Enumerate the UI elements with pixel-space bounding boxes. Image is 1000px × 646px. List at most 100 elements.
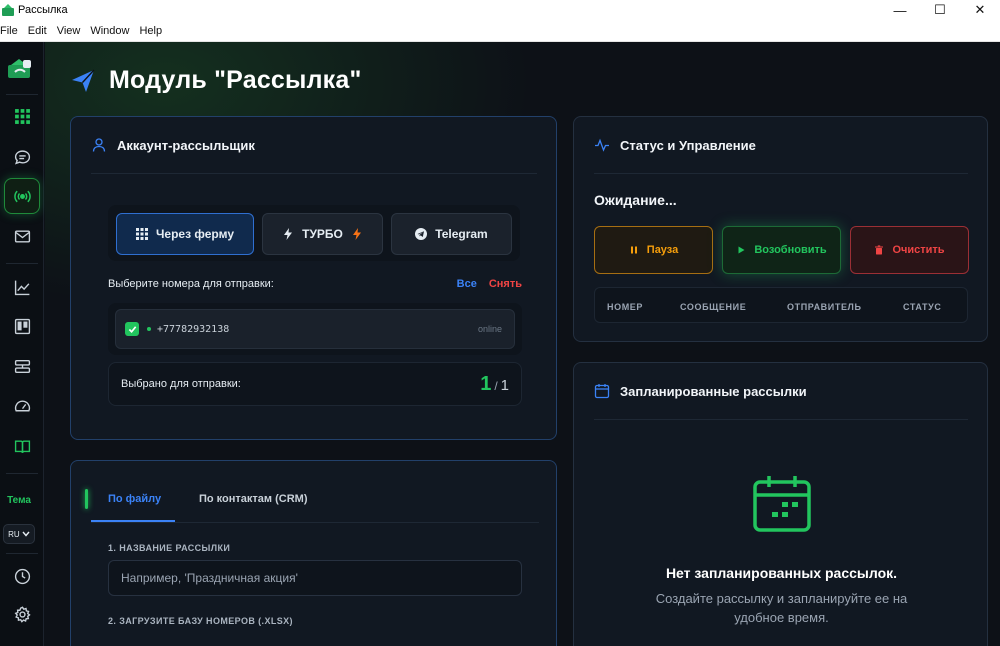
calendar-empty-icon bbox=[753, 476, 811, 532]
language-select[interactable]: RU bbox=[3, 524, 35, 544]
activity-icon bbox=[595, 138, 609, 152]
scheduled-card-title: Запланированные рассылки bbox=[620, 383, 807, 399]
number-checkbox[interactable] bbox=[125, 322, 139, 336]
campaign-name-label: 1. НАЗВАНИЕ РАССЫЛКИ bbox=[108, 543, 231, 553]
mode-telegram-label: Telegram bbox=[435, 227, 488, 241]
numbers-label: Выберите номера для отправки: bbox=[108, 278, 274, 290]
clock-icon bbox=[14, 568, 30, 584]
mode-farm-label: Через ферму bbox=[156, 227, 234, 241]
trash-icon bbox=[875, 245, 884, 255]
account-card-title: Аккаунт-рассыльщик bbox=[117, 137, 255, 153]
menu-window[interactable]: Window bbox=[85, 25, 134, 37]
maximize-button[interactable]: ☐ bbox=[920, 0, 960, 20]
sidebar-divider bbox=[6, 473, 38, 474]
main-content: Модуль "Рассылка" Аккаунт-рассыльщик Чер… bbox=[45, 42, 1000, 646]
status-state: Ожидание... bbox=[594, 192, 677, 208]
sidebar-item-settings[interactable] bbox=[4, 596, 40, 632]
server-icon bbox=[14, 359, 30, 373]
sidebar-item-speed[interactable] bbox=[4, 388, 40, 424]
lightning-icon bbox=[284, 228, 293, 240]
kanban-icon bbox=[14, 318, 30, 334]
chart-icon bbox=[14, 280, 29, 295]
status-card-header: Статус и Управление bbox=[594, 137, 756, 153]
number-list-item[interactable]: +77782932138 online bbox=[115, 309, 515, 349]
pause-label: Пауза bbox=[646, 244, 679, 256]
number-status: online bbox=[477, 324, 502, 334]
menu-file[interactable]: File bbox=[0, 25, 23, 37]
window-titlebar: Рассылка — ☐ ✕ bbox=[0, 0, 1000, 20]
sidebar-item-analytics[interactable] bbox=[4, 269, 40, 305]
numbers-actions: Все Снять bbox=[457, 278, 522, 290]
tab-by-file[interactable]: По файлу bbox=[108, 493, 161, 505]
total-count: 1 bbox=[500, 376, 509, 394]
tab-by-contacts[interactable]: По контактам (CRM) bbox=[199, 493, 308, 505]
sidebar-item-chats[interactable] bbox=[4, 139, 40, 175]
mode-selector: Через ферму ТУРБО Telegram bbox=[108, 205, 520, 261]
sidebar-item-kanban[interactable] bbox=[4, 308, 40, 344]
chat-icon bbox=[14, 149, 30, 164]
counter-separator: / bbox=[494, 378, 498, 393]
mail-icon bbox=[14, 229, 30, 243]
book-icon bbox=[14, 439, 30, 453]
selected-summary: Выбрано для отправки: 1 / 1 bbox=[108, 362, 522, 406]
mode-turbo-button[interactable]: ТУРБО bbox=[262, 213, 383, 255]
status-card: Статус и Управление Ожидание... Пауза Во… bbox=[573, 116, 988, 342]
queue-table-header: НОМЕР СООБЩЕНИЕ ОТПРАВИТЕЛЬ СТАТУС bbox=[594, 287, 968, 323]
selected-label: Выбрано для отправки: bbox=[121, 378, 241, 390]
column-message: СООБЩЕНИЕ bbox=[680, 302, 747, 312]
gear-icon bbox=[14, 605, 31, 623]
sidebar: Тема RU bbox=[0, 42, 44, 646]
card-divider bbox=[594, 173, 968, 174]
sidebar-item-servers[interactable] bbox=[4, 348, 40, 384]
grid-icon bbox=[136, 228, 148, 240]
pause-button[interactable]: Пауза bbox=[594, 226, 713, 274]
menu-help[interactable]: Help bbox=[134, 25, 167, 37]
clear-label: Очистить bbox=[892, 244, 945, 256]
mode-telegram-button[interactable]: Telegram bbox=[391, 213, 512, 255]
grid-icon bbox=[14, 108, 30, 124]
card-divider bbox=[91, 173, 537, 174]
send-icon bbox=[72, 69, 95, 92]
selected-counter: 1 / 1 bbox=[480, 373, 509, 396]
language-value: RU bbox=[8, 529, 20, 539]
theme-toggle[interactable]: Тема bbox=[2, 490, 36, 510]
check-icon bbox=[128, 325, 136, 333]
select-all-link[interactable]: Все bbox=[457, 278, 477, 290]
sidebar-item-mail[interactable] bbox=[4, 218, 40, 254]
sidebar-item-dashboard[interactable] bbox=[4, 98, 40, 134]
scheduled-card-header: Запланированные рассылки bbox=[594, 383, 807, 399]
play-icon bbox=[738, 246, 745, 254]
sidebar-item-history[interactable] bbox=[4, 558, 40, 594]
tab-baseline bbox=[91, 522, 539, 523]
page-header: Модуль "Рассылка" bbox=[69, 66, 362, 95]
card-divider bbox=[594, 419, 968, 420]
minimize-button[interactable]: — bbox=[880, 0, 920, 20]
menu-view[interactable]: View bbox=[52, 25, 86, 37]
phone-number: +77782932138 bbox=[157, 323, 230, 335]
close-button[interactable]: ✕ bbox=[960, 0, 1000, 20]
sidebar-item-docs[interactable] bbox=[4, 428, 40, 464]
sidebar-item-broadcast[interactable] bbox=[4, 178, 40, 214]
online-indicator bbox=[147, 327, 151, 331]
empty-state-description: Создайте рассылку и запланируйте ее на у… bbox=[655, 591, 908, 625]
tab-active-underline bbox=[91, 520, 175, 522]
account-card: Аккаунт-рассыльщик Через ферму ТУРБО Tel… bbox=[70, 116, 557, 440]
pause-icon bbox=[630, 246, 637, 254]
window-controls: — ☐ ✕ bbox=[880, 0, 1000, 20]
menu-edit[interactable]: Edit bbox=[23, 25, 52, 37]
clear-selection-link[interactable]: Снять bbox=[489, 278, 522, 290]
empty-state-title: Нет запланированных рассылок. bbox=[665, 565, 898, 581]
resume-button[interactable]: Возобновить bbox=[722, 226, 841, 274]
sidebar-divider bbox=[6, 263, 38, 264]
telegram-icon bbox=[415, 228, 428, 240]
mode-farm-button[interactable]: Через ферму bbox=[116, 213, 254, 255]
brand-logo-icon[interactable] bbox=[7, 57, 33, 79]
lightning-icon bbox=[352, 228, 361, 240]
campaign-form-card: По файлу По контактам (CRM) 1. НАЗВАНИЕ … bbox=[70, 460, 557, 646]
broadcast-icon bbox=[13, 190, 31, 202]
campaign-name-input[interactable] bbox=[108, 560, 522, 596]
scheduled-card: Запланированные рассылки Нет запланирова… bbox=[573, 362, 988, 646]
clear-button[interactable]: Очистить bbox=[850, 226, 969, 274]
column-status: СТАТУС bbox=[903, 302, 942, 312]
sidebar-divider bbox=[6, 553, 38, 554]
